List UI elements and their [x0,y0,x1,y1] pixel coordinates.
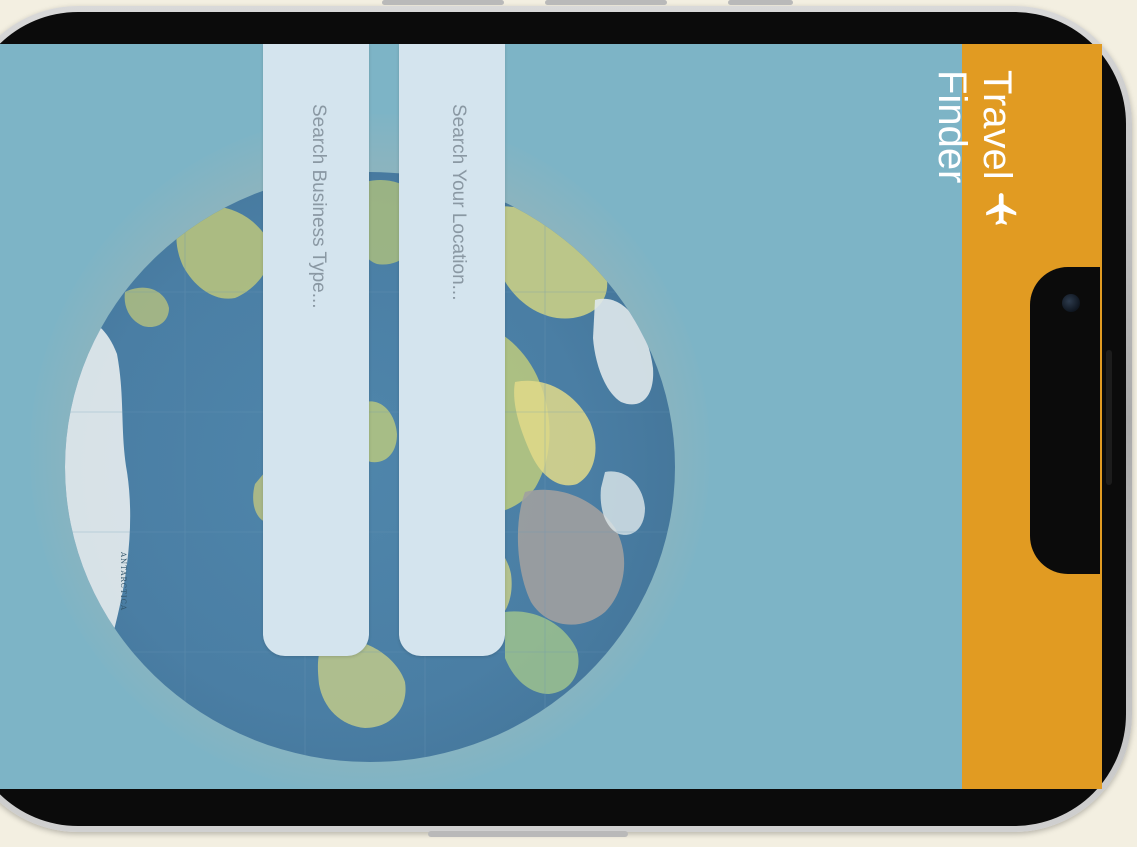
airplane-icon [974,190,1021,228]
phone-notch [1030,267,1100,574]
location-search-field[interactable]: Search Your Location... [399,44,505,656]
volume-down-button [545,0,667,5]
volume-up-button [382,0,504,5]
title-line-2: Finder [930,70,974,228]
front-camera [1062,294,1080,312]
title-travel: Travel [975,70,1020,180]
business-type-search-field[interactable]: Search Business Type... [263,44,369,656]
world-map-globe: ANTARCTICA [65,172,675,762]
app-title: Travel Finder [930,70,1021,228]
location-placeholder: Search Your Location... [448,104,469,301]
title-finder: Finder [930,70,974,184]
mute-switch [728,0,793,5]
power-button [428,831,628,837]
title-line-1: Travel [974,70,1021,228]
app-screen: ANTARCTICA Search Business Type... Searc… [0,44,1085,789]
map-label: ANTARCTICA [119,552,127,611]
speaker-grille [1106,350,1112,485]
world-map-graphic [65,172,675,762]
business-type-placeholder: Search Business Type... [308,104,329,309]
